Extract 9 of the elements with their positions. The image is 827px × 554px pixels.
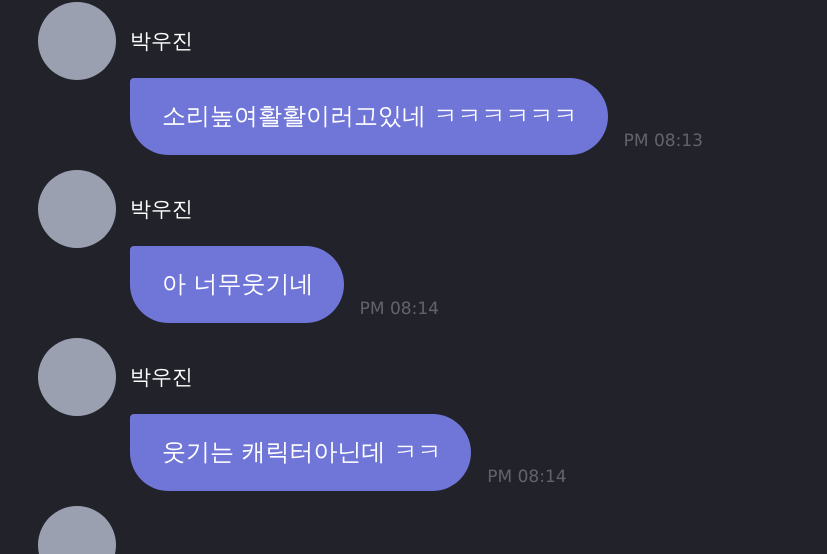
sender-name: 박우진 bbox=[130, 28, 194, 55]
message-bubble: 소리높여활활이러고있네 ㅋㅋㅋㅋㅋㅋ bbox=[130, 78, 608, 155]
sender-name: 박우진 bbox=[130, 196, 194, 223]
message-time: PM 08:13 bbox=[624, 131, 703, 151]
message-bubble: 아 너무웃기네 bbox=[130, 246, 344, 323]
message-bubble: 웃기는 캐릭터아닌데 ㅋㅋ bbox=[130, 414, 472, 491]
message-time: PM 08:14 bbox=[487, 467, 567, 487]
message-time: PM 08:14 bbox=[360, 299, 439, 319]
sender-name: 박우진 bbox=[130, 364, 194, 391]
